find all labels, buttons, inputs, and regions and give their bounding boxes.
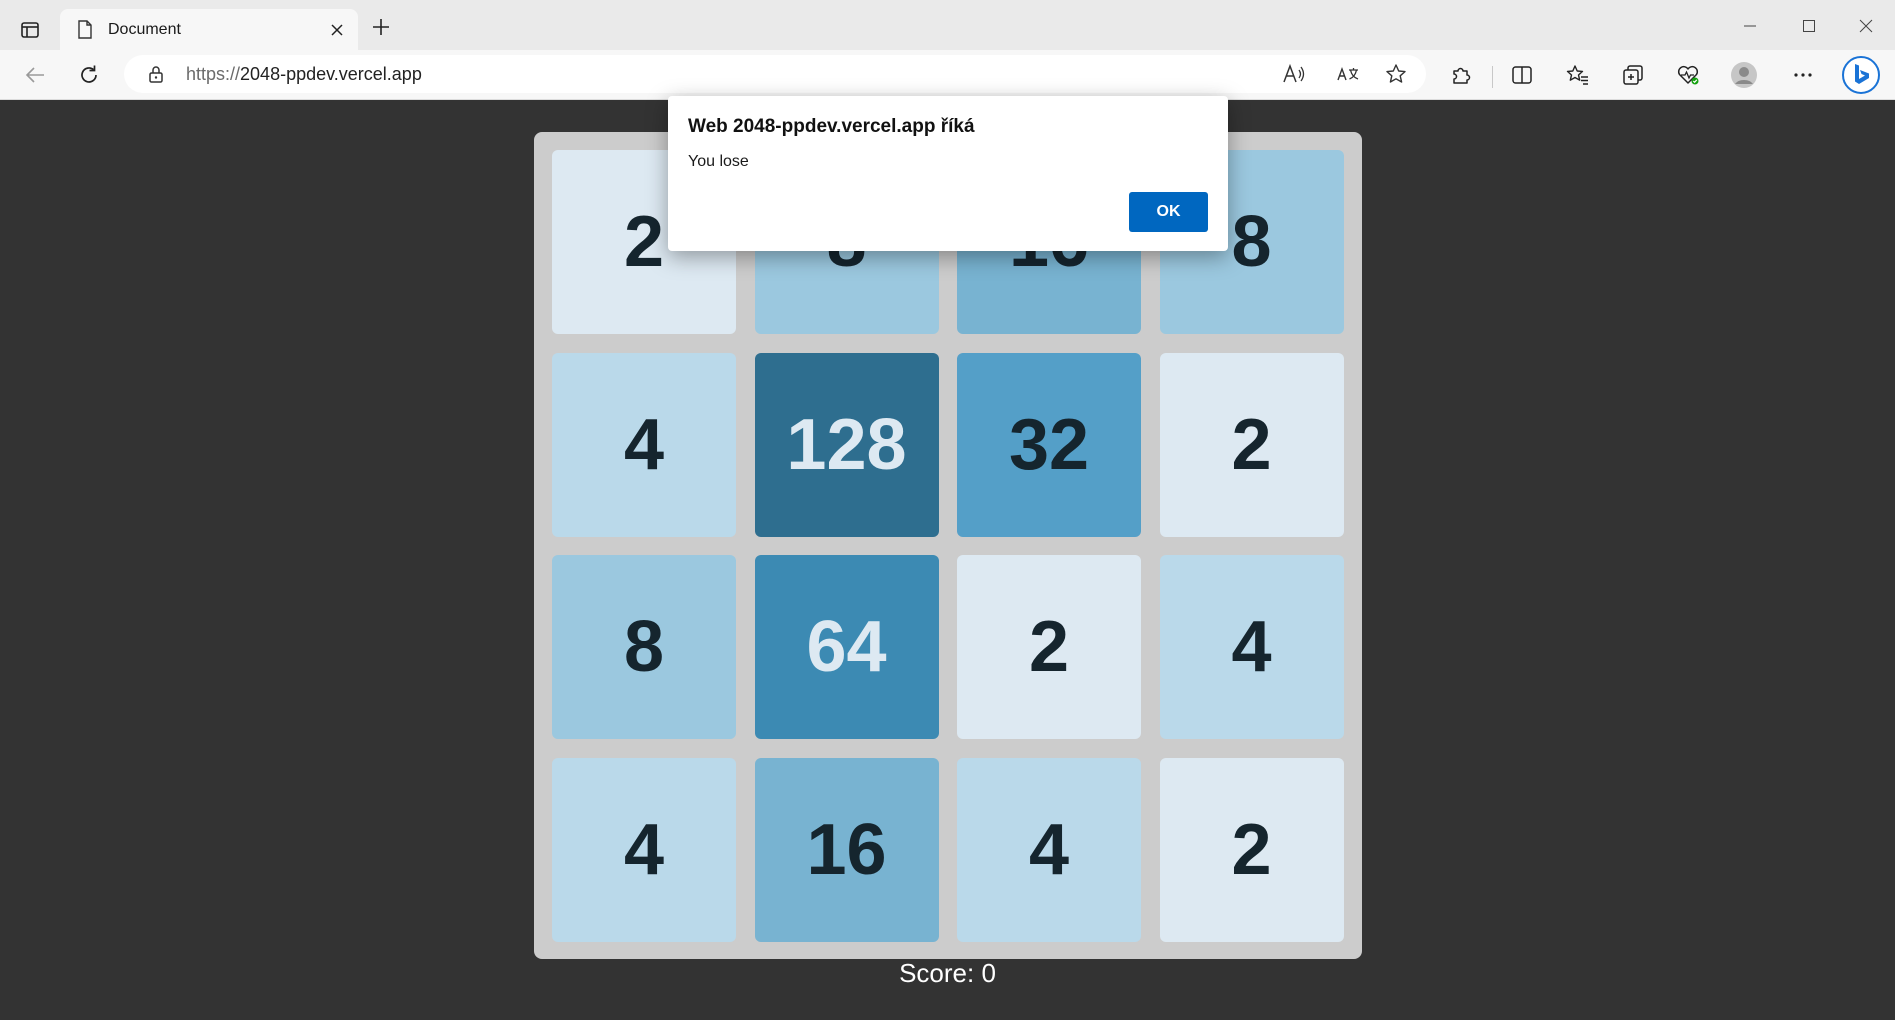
translate-icon[interactable] (1335, 61, 1361, 87)
tab-actions-icon[interactable] (14, 14, 46, 46)
dialog-title: Web 2048-ppdev.vercel.app říká (688, 116, 975, 137)
toolbar-divider (1492, 66, 1493, 88)
game-board: 2816841283228642441642 (534, 132, 1362, 959)
game-tile: 16 (754, 757, 939, 942)
game-tile: 2 (1159, 352, 1344, 537)
browser-window: Document https://2048-ppdev.vercel.app 2… (0, 0, 1895, 1020)
more-options-icon[interactable] (1786, 58, 1820, 92)
url-protocol: https:// (186, 64, 241, 84)
game-tile: 4 (1159, 555, 1344, 739)
game-tile: 2 (957, 555, 1141, 739)
score-display: Score: 0 (899, 958, 996, 988)
game-tile: 4 (957, 757, 1141, 942)
browser-essentials-icon[interactable] (1671, 58, 1705, 92)
favorite-star-icon[interactable] (1383, 61, 1409, 87)
game-tile: 64 (754, 555, 939, 739)
close-tab-icon[interactable] (326, 19, 348, 41)
dialog-message: You lose (688, 153, 749, 170)
page-icon (76, 20, 94, 40)
window-close-icon[interactable] (1846, 12, 1886, 40)
back-icon[interactable] (18, 58, 52, 92)
refresh-icon[interactable] (72, 58, 106, 92)
tab-title: Document (108, 20, 181, 38)
maximize-icon[interactable] (1789, 12, 1829, 40)
game-tile: 4 (552, 757, 736, 942)
address-bar[interactable]: https://2048-ppdev.vercel.app (124, 55, 1426, 93)
collections-icon[interactable] (1616, 58, 1650, 92)
game-tile: 8 (552, 555, 736, 739)
read-aloud-icon[interactable] (1281, 61, 1307, 87)
ok-button[interactable]: OK (1129, 192, 1208, 232)
tab-bar: Document (0, 0, 1895, 50)
favorites-icon[interactable] (1561, 58, 1595, 92)
copilot-icon[interactable] (1841, 55, 1881, 95)
extensions-icon[interactable] (1444, 58, 1478, 92)
url-host: 2048-ppdev.vercel.app (240, 64, 422, 84)
game-tile: 4 (552, 352, 736, 537)
game-tile: 128 (754, 352, 939, 537)
minimize-icon[interactable] (1730, 12, 1770, 40)
browser-tab[interactable]: Document (60, 9, 358, 50)
game-tile: 2 (1159, 757, 1344, 942)
split-screen-icon[interactable] (1505, 58, 1539, 92)
profile-avatar-icon[interactable] (1727, 58, 1761, 92)
url-text: https://2048-ppdev.vercel.app (186, 64, 422, 85)
lock-icon[interactable] (146, 64, 166, 84)
new-tab-icon[interactable] (368, 14, 394, 40)
browser-toolbar: https://2048-ppdev.vercel.app (0, 50, 1895, 100)
game-tile: 32 (957, 352, 1141, 537)
alert-dialog: Web 2048-ppdev.vercel.app říká You lose … (668, 96, 1228, 251)
